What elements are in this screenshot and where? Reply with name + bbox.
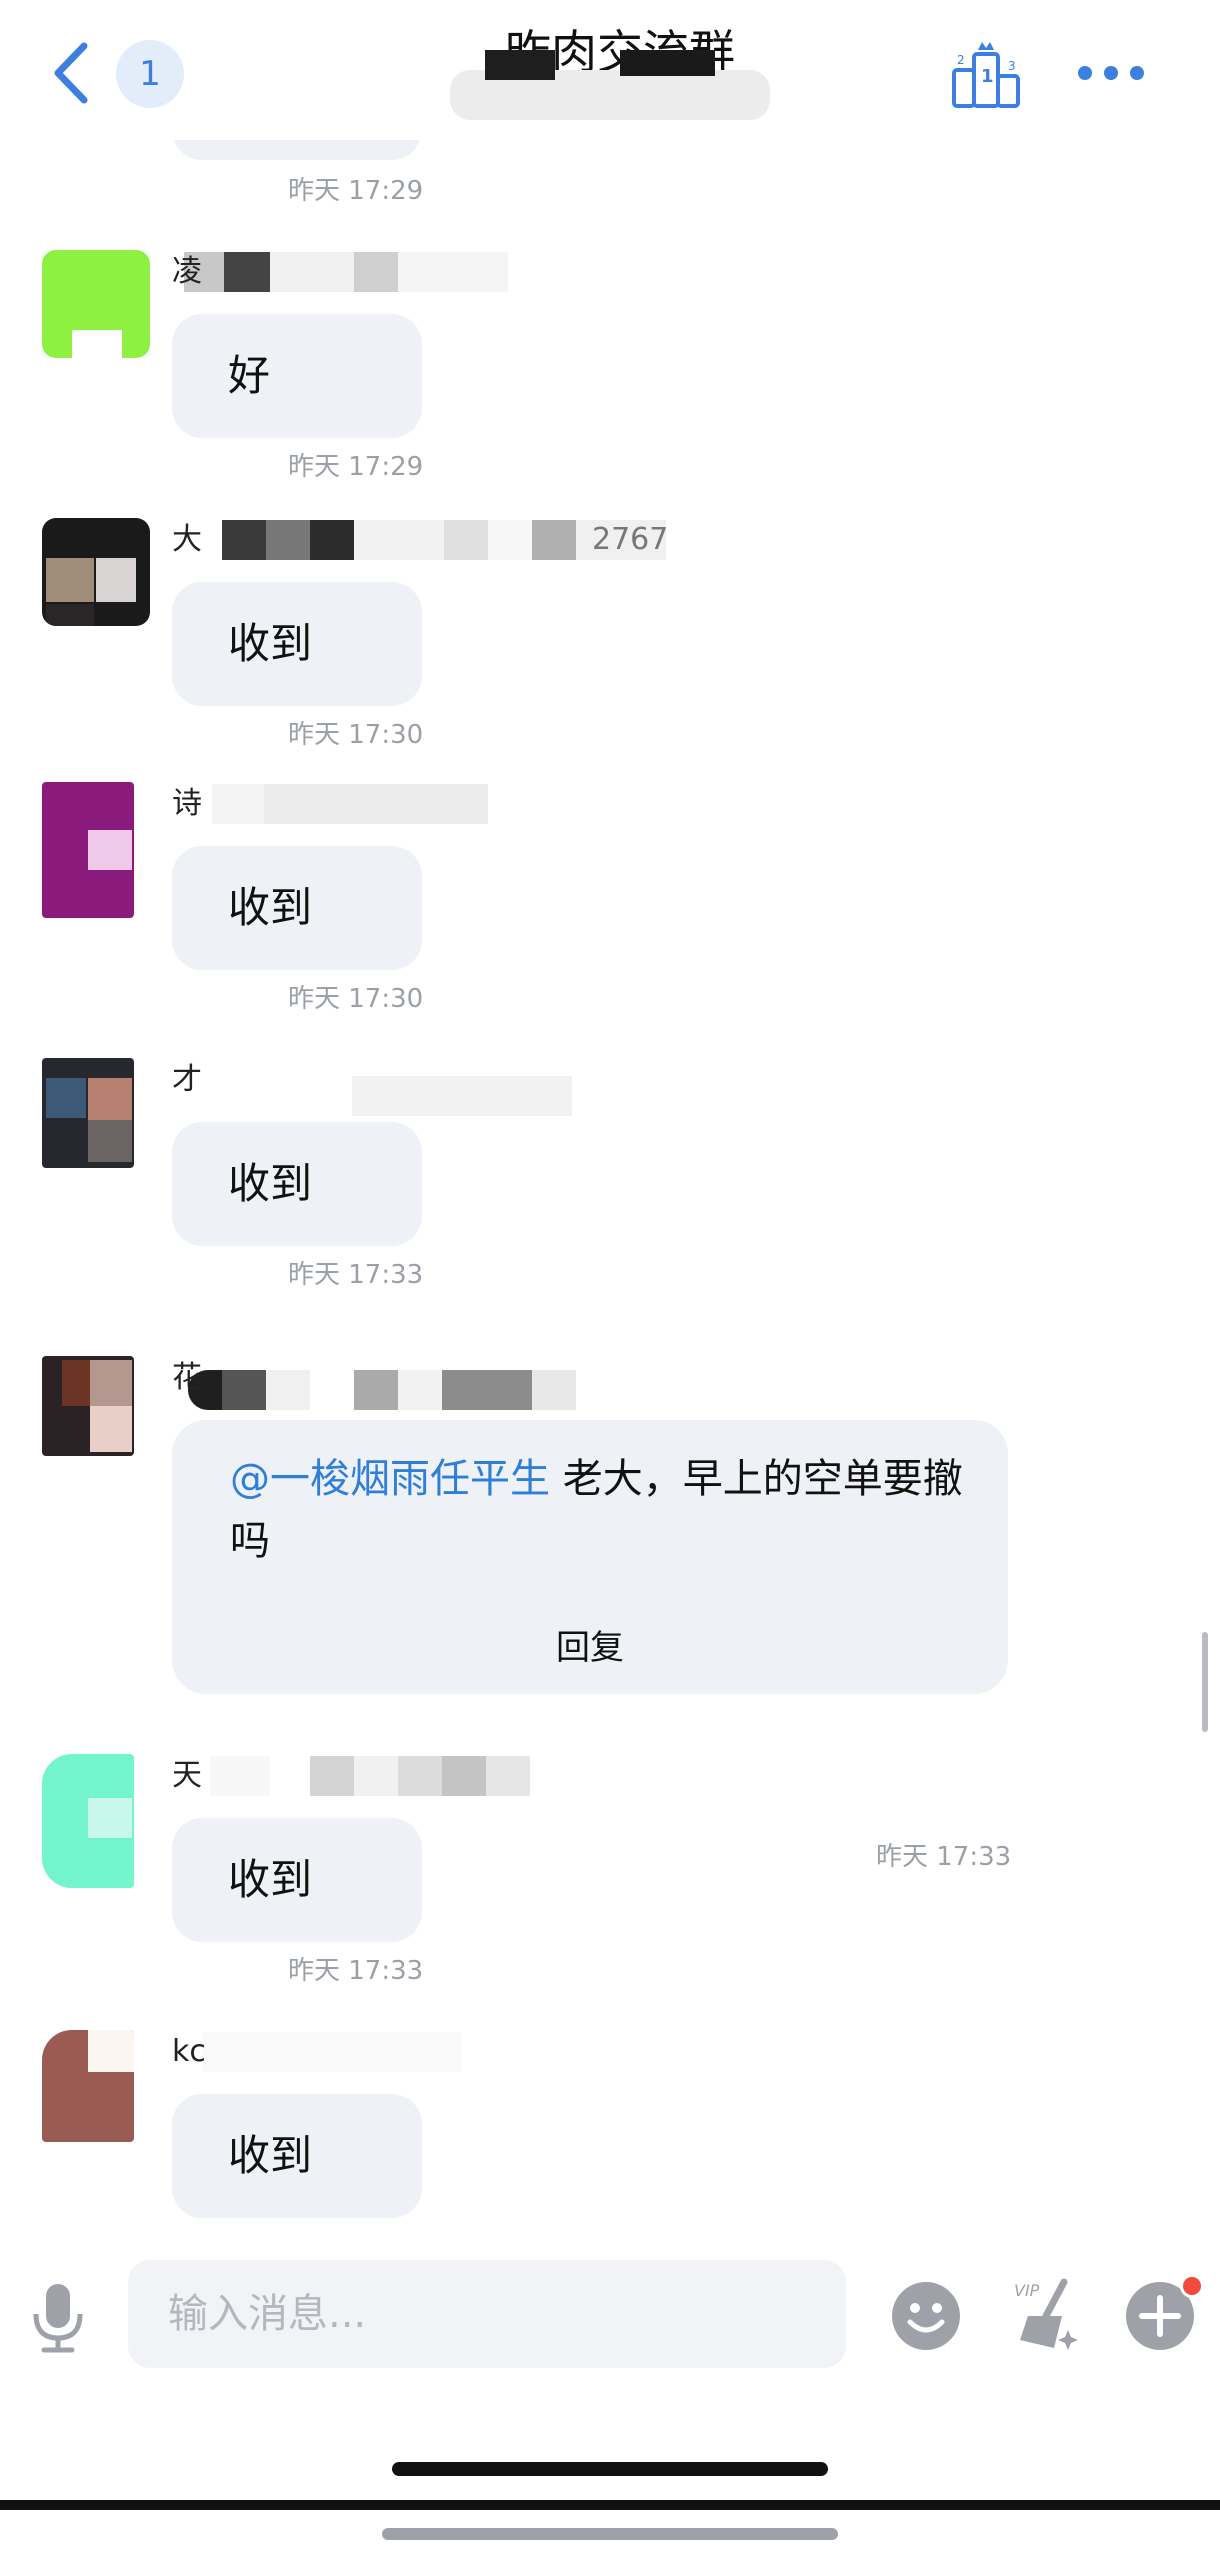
- message-bubble[interactable]: 好: [172, 314, 422, 438]
- mic-icon[interactable]: [28, 2280, 88, 2356]
- rank-podium-icon[interactable]: 1 2 3: [950, 36, 1022, 110]
- message-bubble[interactable]: @一梭烟雨任平生 老大，早上的空单要撤吗 回复: [172, 1420, 1008, 1694]
- message-time: 昨天 17:29: [288, 176, 424, 206]
- bottom-bar: [382, 2528, 838, 2540]
- sender-name: 天: [172, 1754, 530, 1798]
- message-bubble[interactable]: 收到: [172, 1818, 422, 1942]
- avatar[interactable]: [42, 1754, 134, 1888]
- message-bubble[interactable]: 收到: [172, 582, 422, 706]
- message-bubble[interactable]: 收到: [172, 2094, 422, 2218]
- avatar[interactable]: [42, 518, 150, 626]
- avatar[interactable]: [42, 250, 150, 358]
- sender-name: 大 2767: [172, 518, 668, 562]
- avatar[interactable]: [42, 782, 134, 918]
- svg-text:3: 3: [1008, 59, 1016, 73]
- more-icon[interactable]: [1075, 56, 1147, 90]
- sender-name: 花: [172, 1356, 576, 1410]
- message-time: 昨天 17:33: [288, 1956, 424, 1986]
- message-time: 昨天 17:29: [288, 452, 424, 482]
- mention-link[interactable]: @一梭烟雨任平生: [230, 1456, 550, 1502]
- chat-header: 1 昨肉交流群 1 2 3: [0, 0, 1220, 140]
- scrollbar[interactable]: [1202, 1632, 1208, 1732]
- message-time: 昨天 17:30: [288, 984, 424, 1014]
- sender-name: 诗: [172, 782, 488, 826]
- input-bar: VIP: [0, 2240, 1220, 2400]
- notification-dot: [1180, 2274, 1204, 2298]
- unread-count-badge[interactable]: 1: [116, 40, 184, 108]
- svg-text:VIP: VIP: [1014, 2281, 1040, 2300]
- message-feed[interactable]: 昨天 17:29 凌 好 昨天 17:29 大 2767 收到 昨天 17:30…: [0, 130, 1220, 2240]
- message-time: 昨天 17:30: [288, 720, 424, 750]
- reply-button[interactable]: 回复: [172, 1620, 1008, 1669]
- bottom-divider: [0, 2500, 1220, 2510]
- svg-text:1: 1: [981, 66, 994, 87]
- message-bubble[interactable]: 收到: [172, 1122, 422, 1246]
- avatar[interactable]: [42, 1058, 134, 1168]
- avatar[interactable]: [42, 1356, 134, 1456]
- message-text: @一梭烟雨任平生 老大，早上的空单要撤吗: [230, 1456, 963, 1564]
- home-indicator[interactable]: [392, 2462, 828, 2476]
- message-time: 昨天 17:33: [288, 1260, 424, 1290]
- back-icon[interactable]: [48, 38, 96, 108]
- avatar[interactable]: [42, 2030, 134, 2142]
- vip-clean-icon[interactable]: VIP: [1006, 2276, 1086, 2354]
- sender-name: kc: [172, 2030, 462, 2074]
- sender-name: 才: [172, 1058, 572, 1116]
- message-bubble[interactable]: 收到: [172, 846, 422, 970]
- title-redaction: [620, 50, 715, 76]
- sender-name: 凌: [172, 250, 508, 294]
- svg-text:2: 2: [957, 53, 965, 67]
- message-time: 昨天 17:33: [876, 1842, 1012, 1872]
- message-input[interactable]: [128, 2260, 846, 2368]
- title-redaction: [485, 50, 555, 80]
- emoji-icon[interactable]: [890, 2280, 962, 2352]
